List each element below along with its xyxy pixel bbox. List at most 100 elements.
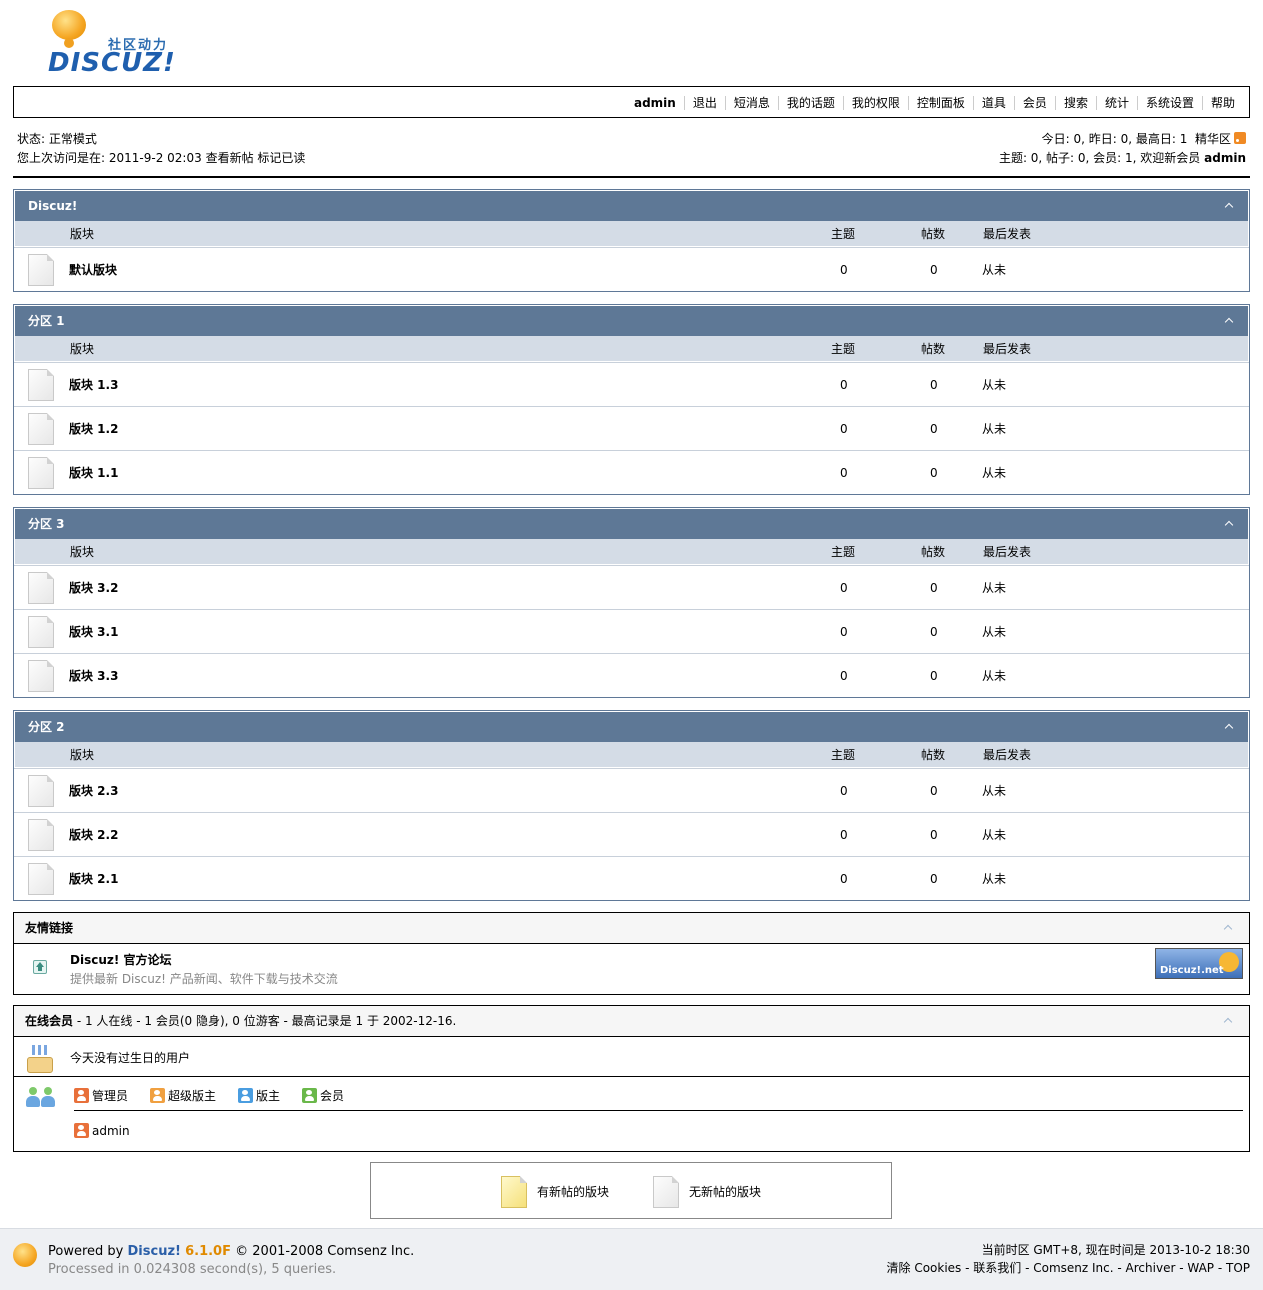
total-stats: 主题: 0, 帖子: 0, 会员: 1, 欢迎新会员 admin [999, 149, 1246, 168]
no-new-posts-icon [28, 616, 54, 648]
user-group-legend-item: 超级版主 [150, 1087, 216, 1110]
menu-item[interactable]: 帮助 [1201, 96, 1243, 110]
menu-item[interactable]: 搜索 [1054, 96, 1096, 110]
birthday-row: 今天没有过生日的用户 [14, 1037, 1249, 1077]
status-mode-value: 正常模式 [48, 132, 97, 146]
category-header: Discuz! [14, 190, 1249, 221]
menu-item[interactable]: 我的权限 [842, 96, 908, 110]
footer-link[interactable]: Archiver [1126, 1261, 1176, 1275]
thread-count: 0 [840, 422, 848, 436]
forum-row: 默认版块 0 0 从未 [14, 247, 1249, 291]
view-new-link[interactable]: 查看新帖 [206, 151, 254, 165]
footer-left: Powered by Discuz! 6.1.0F © 2001-2008 Co… [48, 1243, 414, 1279]
menu-item[interactable]: 系统设置 [1136, 96, 1202, 110]
category-title[interactable]: Discuz! [28, 199, 77, 213]
thread-count: 0 [840, 828, 848, 842]
discuz-brand-link[interactable]: Discuz! [128, 1244, 181, 1259]
last-visit-label: 您上次访问是在: [17, 151, 106, 165]
birthday-text: 今天没有过生日的用户 [70, 1051, 191, 1065]
footer-link-separator: - [961, 1261, 974, 1275]
menu-item[interactable]: admin [626, 96, 684, 110]
discuz-net-banner[interactable]: Discuz!.net [1155, 948, 1243, 979]
new-member-link[interactable]: admin [1204, 151, 1246, 165]
collapse-icon[interactable] [1224, 191, 1236, 222]
col-lastpost: 最后发表 [983, 748, 1032, 762]
no-new-posts-label: 无新帖的版块 [689, 1185, 762, 1199]
col-threads: 主题 [831, 545, 856, 559]
menu-item[interactable]: 道具 [972, 96, 1014, 110]
discuz-footer-logo-icon [13, 1243, 37, 1267]
no-new-posts-icon [28, 254, 54, 286]
forum-name-link[interactable]: 版块 3.2 [69, 566, 118, 610]
footer-link[interactable]: 联系我们 [973, 1261, 1021, 1275]
forum-row: 版块 2.3 0 0 从未 [14, 768, 1249, 812]
thread-count: 0 [840, 466, 848, 480]
thread-count: 0 [840, 669, 848, 683]
column-header-row: 版块 主题 帖数 最后发表 [14, 336, 1249, 362]
online-user-link[interactable]: admin [74, 1123, 130, 1138]
footer: Powered by Discuz! 6.1.0F © 2001-2008 Co… [0, 1228, 1263, 1290]
collapse-icon[interactable] [1224, 712, 1236, 743]
last-post: 从未 [982, 669, 1007, 683]
menu-item[interactable]: 短消息 [724, 96, 778, 110]
forum-name-link[interactable]: 版块 1.1 [69, 451, 118, 495]
no-new-posts-icon [28, 775, 54, 807]
menu-item[interactable]: 我的话题 [777, 96, 843, 110]
collapse-icon[interactable] [1223, 1006, 1235, 1037]
no-new-posts-icon [28, 369, 54, 401]
forum-name-link[interactable]: 版块 2.3 [69, 769, 118, 813]
category-header: 分区 1 [14, 305, 1249, 336]
forum-row: 版块 1.1 0 0 从未 [14, 450, 1249, 494]
category-title[interactable]: 分区 3 [28, 517, 65, 531]
user-group-legend-item: 版主 [238, 1087, 280, 1110]
footer-link[interactable]: Comsenz Inc. [1033, 1261, 1113, 1275]
processed-text: Processed in 0.024308 second(s), 5 queri… [48, 1262, 337, 1277]
digest-link[interactable]: 精华区 [1195, 132, 1231, 146]
collapse-icon[interactable] [1224, 306, 1236, 337]
footer-link[interactable]: TOP [1226, 1261, 1250, 1275]
forum-name-link[interactable]: 版块 1.2 [69, 407, 118, 451]
col-lastpost: 最后发表 [983, 545, 1032, 559]
collapse-icon[interactable] [1223, 913, 1235, 944]
forum-name-link[interactable]: 版块 2.2 [69, 813, 118, 857]
timezone-text: 当前时区 GMT+8, 现在时间是 2013-10-2 18:30 [981, 1243, 1250, 1257]
last-post: 从未 [982, 625, 1007, 639]
new-posts-icon [501, 1176, 527, 1208]
column-header-row: 版块 主题 帖数 最后发表 [14, 539, 1249, 565]
mark-read-link[interactable]: 标记已读 [257, 151, 305, 165]
col-lastpost: 最后发表 [983, 227, 1032, 241]
user-group-label: 管理员 [92, 1089, 129, 1103]
menu-item[interactable]: 退出 [683, 96, 725, 110]
menu-item[interactable]: 统计 [1095, 96, 1137, 110]
column-header-row: 版块 主题 帖数 最后发表 [14, 742, 1249, 768]
footer-link[interactable]: WAP [1187, 1261, 1214, 1275]
forum-name-link[interactable]: 版块 3.3 [69, 654, 118, 698]
post-count: 0 [930, 263, 938, 277]
friend-link-name[interactable]: Discuz! 官方论坛 [70, 951, 172, 968]
category-title[interactable]: 分区 1 [28, 314, 65, 328]
thread-count: 0 [840, 625, 848, 639]
status-mode-label: 状态: [17, 132, 46, 146]
forum-name-link[interactable]: 版块 2.1 [69, 857, 118, 901]
col-threads: 主题 [831, 748, 856, 762]
footer-link[interactable]: 清除 Cookies [887, 1261, 962, 1275]
rss-icon[interactable] [1234, 132, 1246, 144]
home-icon [33, 960, 47, 974]
forum-name-link[interactable]: 版块 3.1 [69, 610, 118, 654]
forum-name-link[interactable]: 默认版块 [69, 248, 117, 292]
collapse-icon[interactable] [1224, 509, 1236, 540]
menu-item[interactable]: 控制面板 [907, 96, 973, 110]
forum-row: 版块 3.2 0 0 从未 [14, 565, 1249, 609]
user-group-icon [150, 1088, 166, 1103]
category-title[interactable]: 分区 2 [28, 720, 65, 734]
forum-name-link[interactable]: 版块 1.3 [69, 363, 118, 407]
copyright-text: © 2001-2008 Comsenz Inc. [235, 1244, 415, 1259]
discuz-logo[interactable]: 社区动力 DISCUZ! [46, 8, 186, 80]
birthday-cake-icon [27, 1045, 53, 1073]
lightbulb-logo-icon [52, 10, 86, 40]
post-count: 0 [930, 581, 938, 595]
col-posts: 帖数 [921, 342, 946, 356]
online-users-list: admin [74, 1123, 130, 1138]
user-group-legend: 管理员 超级版主 版主 会员 [74, 1087, 1243, 1111]
menu-item[interactable]: 会员 [1013, 96, 1055, 110]
